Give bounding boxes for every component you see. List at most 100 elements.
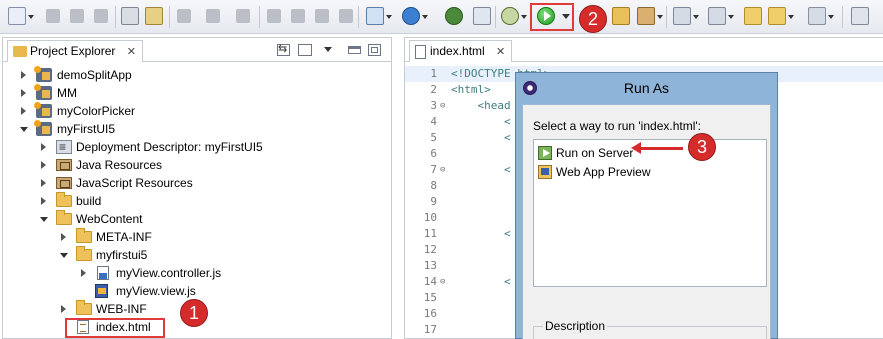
expand-icon[interactable] <box>21 71 26 79</box>
tree-item-label: WebContent <box>76 212 143 226</box>
maximize-icon[interactable] <box>368 44 381 56</box>
line-number: 9 <box>430 195 437 208</box>
print-icon[interactable] <box>94 9 108 23</box>
option-label: Run on Server <box>556 146 634 160</box>
collapse-icon[interactable] <box>20 127 28 132</box>
collapse-icon[interactable] <box>40 217 48 222</box>
library-icon <box>56 159 72 171</box>
sap-icon[interactable] <box>402 7 428 25</box>
collapse-all-icon[interactable] <box>298 44 312 56</box>
line-number: 16 <box>423 307 437 320</box>
expand-icon[interactable] <box>21 89 26 97</box>
resume-icon[interactable] <box>267 9 281 23</box>
link-with-editor-icon[interactable] <box>277 42 290 56</box>
undo-icon[interactable] <box>177 9 191 23</box>
new-icon[interactable] <box>8 7 34 25</box>
save-all-icon[interactable] <box>70 9 84 23</box>
line-number: 7 <box>430 163 437 176</box>
tab-project-explorer[interactable]: Project Explorer ✕ <box>7 40 143 62</box>
expand-icon[interactable] <box>61 233 66 241</box>
folder-icon <box>56 192 72 207</box>
save-icon[interactable] <box>46 9 60 23</box>
code-text: < <box>451 163 511 176</box>
terminate-icon[interactable] <box>315 9 329 23</box>
explorer-title: Project Explorer <box>30 44 116 58</box>
expand-icon[interactable] <box>21 107 26 115</box>
tree-item-meta-inf[interactable]: META-INF <box>3 228 391 246</box>
expand-icon[interactable] <box>81 269 86 277</box>
tree-item-label: Java Resources <box>76 158 163 172</box>
minimize-icon[interactable] <box>348 46 361 54</box>
code-text: <head <box>451 99 511 112</box>
collapse-icon[interactable] <box>60 253 68 258</box>
close-icon[interactable]: ✕ <box>496 46 505 58</box>
debug-icon[interactable] <box>501 7 527 25</box>
tree-item-mm[interactable]: MM <box>3 84 391 102</box>
project-icon <box>34 66 52 82</box>
code-text: < <box>451 227 511 240</box>
editor-tab-label: index.html <box>430 44 485 58</box>
expand-icon[interactable] <box>41 143 46 151</box>
skip-icon[interactable] <box>145 7 163 25</box>
external-icon[interactable] <box>851 7 869 25</box>
view-file-icon <box>95 284 108 298</box>
redo-icon[interactable] <box>206 9 220 23</box>
back-icon[interactable] <box>768 7 794 25</box>
tree-item-label: JavaScript Resources <box>76 176 193 190</box>
tree-item-myview-controller[interactable]: myView.controller.js <box>3 264 391 282</box>
run-dropdown-icon[interactable] <box>562 14 570 23</box>
fold-icon[interactable]: ⊖ <box>440 162 445 178</box>
fold-icon[interactable]: ⊖ <box>440 98 445 114</box>
tree-item-demosplitapp[interactable]: demoSplitApp <box>3 66 391 84</box>
forward-icon[interactable] <box>236 9 250 23</box>
dialog-titlebar[interactable]: Run As <box>516 73 777 103</box>
tree-item-javascript-resources[interactable]: JavaScript Resources <box>3 174 391 192</box>
expand-icon[interactable] <box>41 161 46 169</box>
disconnect-icon[interactable] <box>339 9 353 23</box>
run-icon[interactable] <box>537 7 555 25</box>
tree-item-mycolorpicker[interactable]: myColorPicker <box>3 102 391 120</box>
folder-icon <box>13 46 27 57</box>
globe-icon[interactable] <box>445 7 463 25</box>
expand-icon[interactable] <box>41 179 46 187</box>
expand-icon[interactable] <box>41 197 46 205</box>
run-mode-list: Run on Server Web App Preview <box>533 139 767 287</box>
tree-item-myfirstui5-folder[interactable]: myfirstui5 <box>3 246 391 264</box>
tree-item-label: WEB-INF <box>96 302 147 316</box>
folder-icon <box>76 228 92 243</box>
toolbar-separator <box>842 6 843 28</box>
back-history-icon[interactable] <box>744 7 762 25</box>
expand-icon[interactable] <box>61 305 66 313</box>
tree-item-myview-view[interactable]: myView.view.js <box>3 282 391 300</box>
tasks-icon[interactable] <box>121 7 139 25</box>
project-icon <box>34 102 52 118</box>
line-number: 3 <box>430 99 437 112</box>
suspend-icon[interactable] <box>291 9 305 23</box>
server-run-icon <box>538 146 552 160</box>
view-menu-icon[interactable] <box>324 47 332 56</box>
new-server-icon[interactable] <box>366 7 392 25</box>
line-number: 6 <box>430 147 437 160</box>
callout-2: 2 <box>579 5 607 33</box>
open-type-icon[interactable] <box>612 7 630 25</box>
forward-nav-icon[interactable] <box>808 7 834 25</box>
tree-item-deployment-descriptor[interactable]: Deployment Descriptor: myFirstUI5 <box>3 138 391 156</box>
build-icon[interactable] <box>473 7 491 25</box>
tree-item-webcontent[interactable]: WebContent <box>3 210 391 228</box>
tree-item-java-resources[interactable]: Java Resources <box>3 156 391 174</box>
toolbar-separator <box>495 6 496 28</box>
close-icon[interactable]: ✕ <box>127 46 136 58</box>
tree-item-build[interactable]: build <box>3 192 391 210</box>
line-number: 2 <box>430 83 437 96</box>
line-number: 10 <box>423 211 437 224</box>
annotation-icon[interactable] <box>673 7 699 25</box>
fold-icon[interactable]: ⊖ <box>440 274 445 290</box>
pin-icon[interactable] <box>708 7 734 25</box>
project-tree: demoSplitApp MM myColorPicker myFirstUI5… <box>3 66 391 338</box>
line-number: 5 <box>430 131 437 144</box>
library-icon <box>56 177 72 189</box>
tab-index-html[interactable]: index.html ✕ <box>409 40 513 62</box>
tree-item-myfirstui5[interactable]: myFirstUI5 <box>3 120 391 138</box>
tools-icon[interactable] <box>637 7 663 25</box>
line-number: 12 <box>423 243 437 256</box>
